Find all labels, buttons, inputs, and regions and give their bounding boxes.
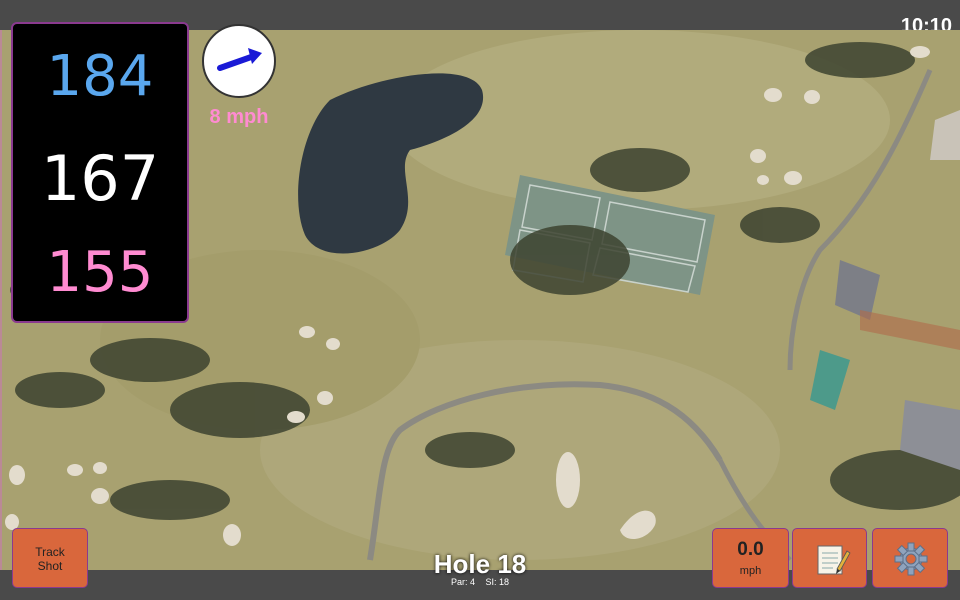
distance-front-of-green: 155 <box>46 240 154 305</box>
settings-button[interactable] <box>872 528 948 588</box>
hole-par: Par: 4 <box>450 577 475 587</box>
wind-direction-indicator <box>202 24 276 98</box>
notes-button[interactable] <box>792 528 867 588</box>
distance-panel: 184 167 155 <box>11 22 189 323</box>
gear-icon <box>894 542 928 576</box>
wind-speed-button[interactable]: 0.0 mph <box>712 528 789 588</box>
wind-speed-label: 8 mph <box>209 106 269 128</box>
wind-direction-arrow-icon <box>217 48 262 71</box>
wind-speed-value: 0.0 <box>737 539 764 560</box>
track-shot-button[interactable]: Track Shot <box>12 528 88 588</box>
hole-title[interactable]: Hole 18 <box>380 549 580 580</box>
hole-stroke-index: SI: 18 <box>485 577 510 587</box>
distance-middle-of-green: 167 <box>40 142 160 215</box>
distance-back-of-green: 184 <box>46 44 154 109</box>
notepad-icon <box>817 545 851 575</box>
hole-info: Par: 4 SI: 18 <box>380 577 580 587</box>
wind-speed-unit: mph <box>739 565 762 577</box>
track-shot-label-line2: Shot <box>37 559 63 573</box>
track-shot-label-line1: Track <box>35 545 65 559</box>
